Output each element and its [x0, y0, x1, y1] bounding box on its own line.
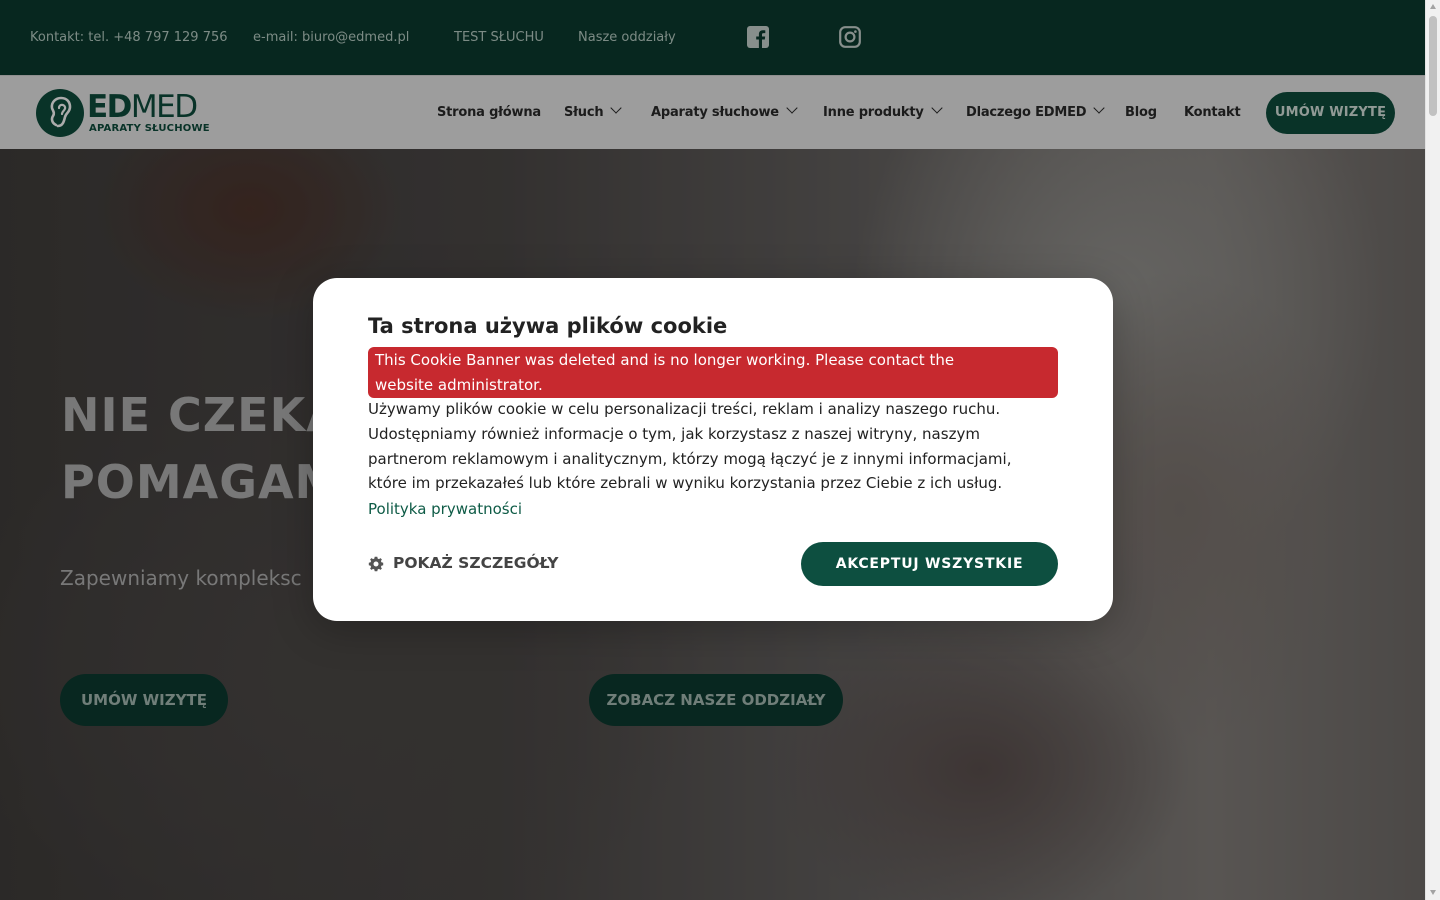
cookie-description-line: Udostępniamy również informacje o tym, j…	[368, 424, 980, 443]
cookie-description-line: które im przekazałeś lub które zebrali w…	[368, 474, 1003, 493]
cookie-description-line: Używamy plików cookie w celu personaliza…	[368, 400, 1001, 418]
cookie-banner-error-message: This Cookie Banner was deleted and is no…	[368, 347, 1058, 398]
cookie-description-line: partnerom reklamowym i analitycznym, któ…	[368, 449, 1012, 468]
scroll-up-arrow-icon[interactable]	[1430, 4, 1436, 9]
cookie-consent-dialog: Ta strona używa plików cookie This Cooki…	[313, 278, 1113, 621]
gear-icon	[368, 556, 384, 572]
page-scrollbar[interactable]	[1425, 0, 1440, 900]
cookie-description: Używamy plików cookie w celu personaliza…	[368, 397, 1058, 496]
show-details-label: POKAŻ SZCZEGÓŁY	[393, 554, 559, 572]
privacy-policy-link[interactable]: Polityka prywatności	[368, 497, 522, 521]
scroll-down-arrow-icon[interactable]	[1430, 890, 1436, 895]
cookie-dialog-title: Ta strona używa plików cookie	[368, 314, 728, 338]
accept-all-cookies-button[interactable]: AKCEPTUJ WSZYSTKIE	[801, 542, 1058, 586]
error-line-1: This Cookie Banner was deleted and is no…	[375, 351, 955, 369]
error-line-2: website administrator.	[375, 376, 543, 394]
scrollbar-thumb[interactable]	[1429, 16, 1437, 116]
